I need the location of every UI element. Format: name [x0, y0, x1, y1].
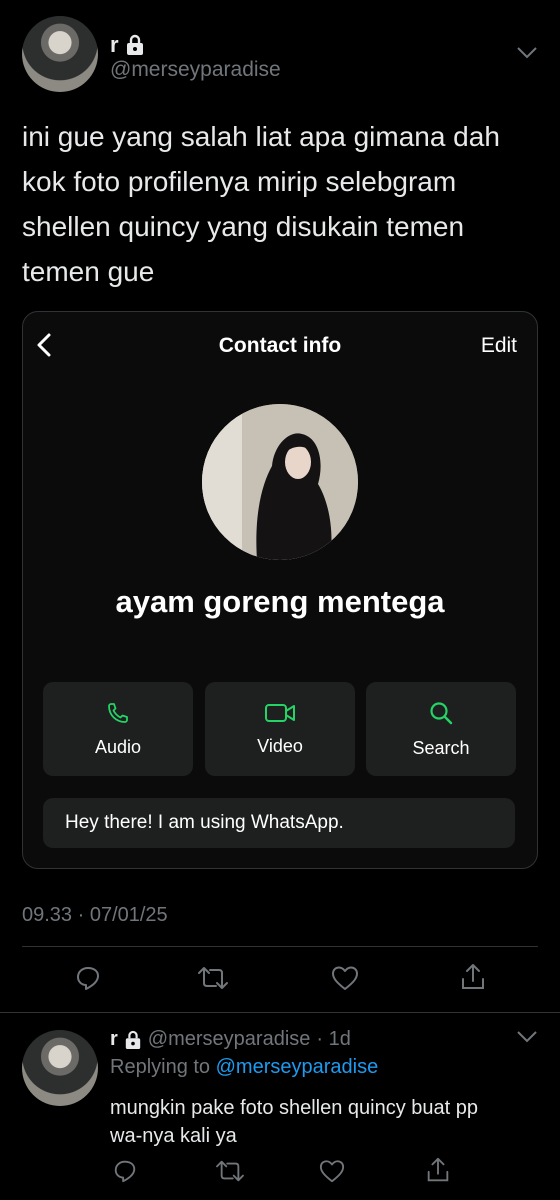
search-icon — [430, 701, 453, 724]
reply-icon[interactable] — [74, 964, 102, 992]
video-call-button[interactable]: Video — [205, 682, 355, 776]
replying-to-label: Replying to — [110, 1056, 211, 1078]
reply-text: mungkin pake foto shellen quincy buat pp… — [110, 1094, 550, 1150]
chevron-down-icon[interactable] — [516, 46, 538, 60]
author-name-row[interactable]: r — [110, 32, 145, 58]
retweet-icon[interactable] — [196, 964, 230, 992]
retweet-icon[interactable] — [214, 1158, 246, 1184]
tweet-text: ini gue yang salah liat apa gimana dah k… — [22, 114, 542, 294]
edit-label: Edit — [480, 334, 517, 357]
divider — [0, 1012, 560, 1013]
video-camera-icon — [265, 703, 295, 722]
replying-to: Replying to @merseyparadise — [110, 1056, 378, 1079]
reply-display-name[interactable]: r — [110, 1028, 118, 1051]
audio-label: Audio — [94, 736, 142, 757]
author-handle[interactable]: @merseyparadise — [110, 58, 281, 82]
reply-header: r @merseyparadise · 1d — [110, 1028, 351, 1051]
search-label: Search — [412, 737, 470, 758]
divider — [22, 946, 538, 947]
contact-name: ayam goreng mentega — [115, 584, 445, 619]
reply-handle[interactable]: @merseyparadise — [148, 1028, 311, 1051]
tweet-text-line: shellen quincy yang disukain temen — [22, 211, 465, 242]
like-icon[interactable] — [318, 1158, 346, 1184]
contact-profile-photo — [202, 404, 358, 560]
reply-text-line: mungkin pake foto shellen quincy buat pp — [110, 1097, 479, 1119]
search-button[interactable]: Search — [366, 682, 516, 776]
about-status: Hey there! I am using WhatsApp. — [43, 798, 515, 848]
reply-author-avatar[interactable] — [22, 1030, 98, 1106]
phone-icon — [108, 702, 128, 723]
tweet-text-line: kok foto profilenya mirip selebgram — [22, 166, 457, 197]
share-icon[interactable] — [424, 1156, 452, 1184]
reply-icon[interactable] — [112, 1158, 138, 1184]
like-icon[interactable] — [330, 964, 360, 992]
lock-icon — [125, 1030, 140, 1049]
tweet-text-line: temen gue — [22, 256, 155, 287]
share-icon[interactable] — [458, 962, 488, 992]
reply-text-line: wa-nya kali ya — [110, 1125, 237, 1147]
tweet-timestamp[interactable]: 09.33 · 07/01/25 — [22, 904, 168, 927]
audio-call-button[interactable]: Audio — [43, 682, 193, 776]
video-label: Video — [257, 735, 303, 756]
replying-to-handle[interactable]: @merseyparadise — [216, 1056, 379, 1078]
contact-info-title: Contact info — [218, 334, 342, 357]
reply-age: · 1d — [316, 1028, 351, 1050]
chevron-down-icon[interactable] — [516, 1030, 538, 1044]
embedded-screenshot[interactable]: Contact info Edit ayam goreng mentega Au… — [22, 311, 538, 869]
author-avatar[interactable] — [22, 16, 98, 92]
lock-icon — [126, 34, 143, 55]
author-display-name: r — [110, 32, 119, 57]
tweet-text-line: ini gue yang salah liat apa gimana dah — [22, 121, 500, 152]
